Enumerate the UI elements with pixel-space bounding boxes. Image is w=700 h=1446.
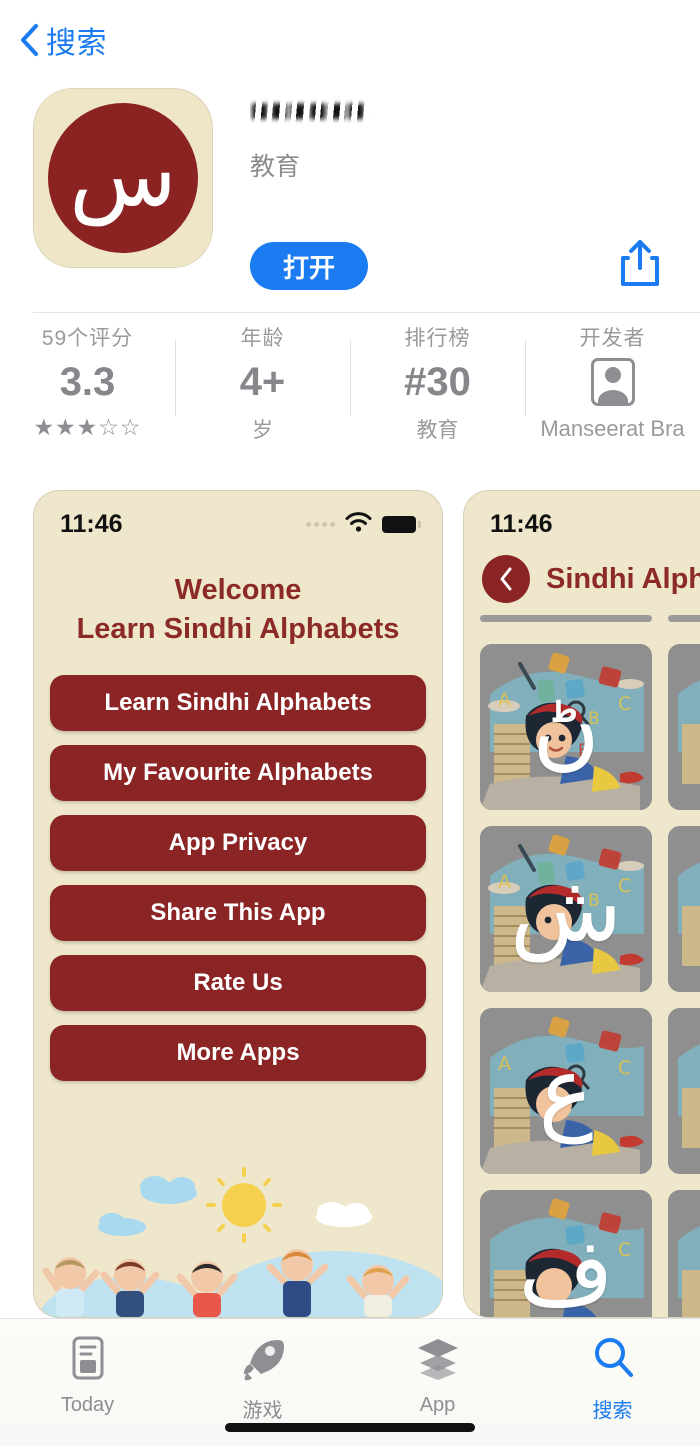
today-document-icon bbox=[68, 1335, 108, 1386]
menu-item-learn-sindhi-alphabets[interactable]: Learn Sindhi Alphabets bbox=[50, 674, 426, 731]
status-bar: 11:46 bbox=[34, 491, 442, 549]
signal-dots-icon bbox=[306, 521, 335, 527]
app-icon-circle: س bbox=[48, 103, 198, 253]
tab-search[interactable]: 搜索 bbox=[525, 1335, 700, 1423]
alphabet-column-left: A C B B ڻ A C B ش A C ع C ف bbox=[480, 615, 652, 1318]
status-time: 11:46 bbox=[60, 509, 123, 538]
welcome-heading: Welcome Learn Sindhi Alphabets bbox=[34, 571, 442, 649]
menu-item-more-apps[interactable]: More Apps bbox=[50, 1024, 426, 1081]
alphabet-letter: ڻ bbox=[532, 673, 600, 780]
home-indicator bbox=[225, 1423, 475, 1432]
tab-today[interactable]: Today bbox=[0, 1335, 175, 1417]
stats-row: 59个评分 3.3 ★★★☆☆ 年龄 4+ 岁 排行榜 #30 教育 开发者 M… bbox=[0, 322, 700, 462]
stat-developer[interactable]: 开发者 Manseerat Bra bbox=[525, 322, 700, 462]
alphabet-card[interactable]: A C B B ڻ bbox=[480, 644, 652, 810]
alphabet-card[interactable] bbox=[668, 644, 700, 810]
status-time: 11:46 bbox=[490, 509, 553, 538]
menu-item-app-privacy[interactable]: App Privacy bbox=[50, 814, 426, 871]
wifi-icon bbox=[345, 511, 372, 537]
alphabet-card[interactable]: A C ع bbox=[480, 1008, 652, 1174]
action-row: 打开 bbox=[250, 236, 690, 296]
star-rating: ★★★☆☆ bbox=[33, 414, 142, 440]
stat-value: #30 bbox=[404, 360, 471, 404]
stat-value: 4+ bbox=[239, 360, 286, 404]
alphabet-card[interactable]: A C B ش bbox=[480, 826, 652, 992]
chevron-left-icon bbox=[18, 23, 40, 57]
welcome-line-1: Welcome bbox=[174, 574, 302, 606]
screenshot-preview-1[interactable]: 11:46 Welcome Learn Sindhi Alphabets Lea… bbox=[33, 490, 443, 1318]
stat-rating[interactable]: 59个评分 3.3 ★★★☆☆ bbox=[0, 322, 175, 462]
open-button[interactable]: 打开 bbox=[250, 242, 368, 290]
alphabet-letter: ع bbox=[538, 1037, 594, 1144]
alphabet-letter: ش bbox=[509, 855, 623, 962]
stat-label: 排行榜 bbox=[404, 327, 471, 350]
svg-text:C: C bbox=[618, 1239, 631, 1261]
stat-label: 年龄 bbox=[240, 327, 285, 350]
tab-label: 游戏 bbox=[242, 1400, 283, 1422]
app-title: ■■■■■■ bbox=[250, 92, 366, 128]
chevron-left-icon[interactable] bbox=[482, 555, 530, 603]
children-illustration bbox=[34, 1167, 442, 1317]
scroll-indicator bbox=[480, 615, 652, 622]
alphabet-card[interactable] bbox=[668, 1008, 700, 1174]
stat-sub: 教育 bbox=[416, 419, 459, 442]
alphabet-letter: ف bbox=[518, 1219, 614, 1318]
app-menu: Learn Sindhi Alphabets My Favourite Alph… bbox=[34, 674, 442, 1081]
menu-item-share-this-app[interactable]: Share This App bbox=[50, 884, 426, 941]
welcome-line-2: Learn Sindhi Alphabets bbox=[76, 612, 400, 645]
stat-chart-rank[interactable]: 排行榜 #30 教育 bbox=[350, 322, 525, 462]
back-to-search-button[interactable]: 搜索 bbox=[18, 18, 107, 62]
alphabet-card[interactable] bbox=[668, 826, 700, 992]
share-icon[interactable] bbox=[618, 238, 662, 295]
battery-icon bbox=[382, 515, 421, 533]
svg-text:C: C bbox=[618, 1057, 631, 1079]
search-icon bbox=[591, 1335, 635, 1386]
alphabet-column-right bbox=[668, 615, 700, 1317]
menu-item-rate-us[interactable]: Rate Us bbox=[50, 954, 426, 1011]
app-icon-letter: س bbox=[69, 123, 177, 226]
tab-bar: Today 游戏 App 搜索 bbox=[0, 1318, 700, 1446]
screenshot-preview-2[interactable]: 11:46 Sindhi Alphabet bbox=[463, 490, 700, 1318]
stat-label: 开发者 bbox=[579, 327, 646, 350]
tab-games[interactable]: 游戏 bbox=[175, 1335, 350, 1423]
app-meta: ■■■■■■ 教育 bbox=[250, 92, 690, 183]
stat-age[interactable]: 年龄 4+ 岁 bbox=[175, 322, 350, 462]
alphabet-card[interactable]: C ف bbox=[480, 1190, 652, 1318]
stat-sub: 岁 bbox=[252, 419, 273, 442]
status-bar: 11:46 bbox=[464, 491, 700, 549]
navigation-bar: 搜索 bbox=[0, 0, 700, 80]
developer-name: Manseerat Bra bbox=[540, 416, 685, 441]
stat-label: 59个评分 bbox=[41, 327, 134, 350]
svg-text:C: C bbox=[618, 693, 631, 715]
app-icon[interactable]: س bbox=[33, 88, 213, 268]
screenshot-nav: Sindhi Alphabet bbox=[464, 549, 700, 603]
app-store-product-page: 搜索 س ■■■■■■ 教育 打开 59个评分 3.3 ★★★☆☆ 年龄 4+ … bbox=[0, 0, 700, 1446]
developer-person-icon bbox=[590, 358, 635, 406]
tab-label: Today bbox=[60, 1394, 115, 1416]
screenshot-gallery[interactable]: 11:46 Welcome Learn Sindhi Alphabets Lea… bbox=[0, 490, 700, 1318]
svg-text:A: A bbox=[498, 1053, 511, 1075]
rocket-icon bbox=[241, 1335, 285, 1386]
stat-value: 3.3 bbox=[59, 360, 116, 404]
scroll-indicator bbox=[668, 615, 700, 622]
alphabet-grid: A C B B ڻ A C B ش A C ع C ف bbox=[464, 615, 700, 1318]
alphabet-card[interactable] bbox=[668, 1190, 700, 1317]
tab-apps[interactable]: App bbox=[350, 1335, 525, 1417]
svg-text:A: A bbox=[498, 689, 511, 711]
app-subtitle: 教育 bbox=[250, 153, 301, 181]
tab-label: 搜索 bbox=[592, 1400, 633, 1422]
menu-item-my-favourite-alphabets[interactable]: My Favourite Alphabets bbox=[50, 744, 426, 801]
status-icons bbox=[306, 511, 421, 537]
back-label: 搜索 bbox=[46, 27, 107, 60]
stats-separator bbox=[33, 312, 700, 313]
stack-icon bbox=[415, 1335, 461, 1386]
tab-label: App bbox=[419, 1394, 456, 1416]
screenshot-title: Sindhi Alphabet bbox=[546, 562, 700, 595]
app-header: س ■■■■■■ 教育 打开 bbox=[0, 88, 700, 290]
